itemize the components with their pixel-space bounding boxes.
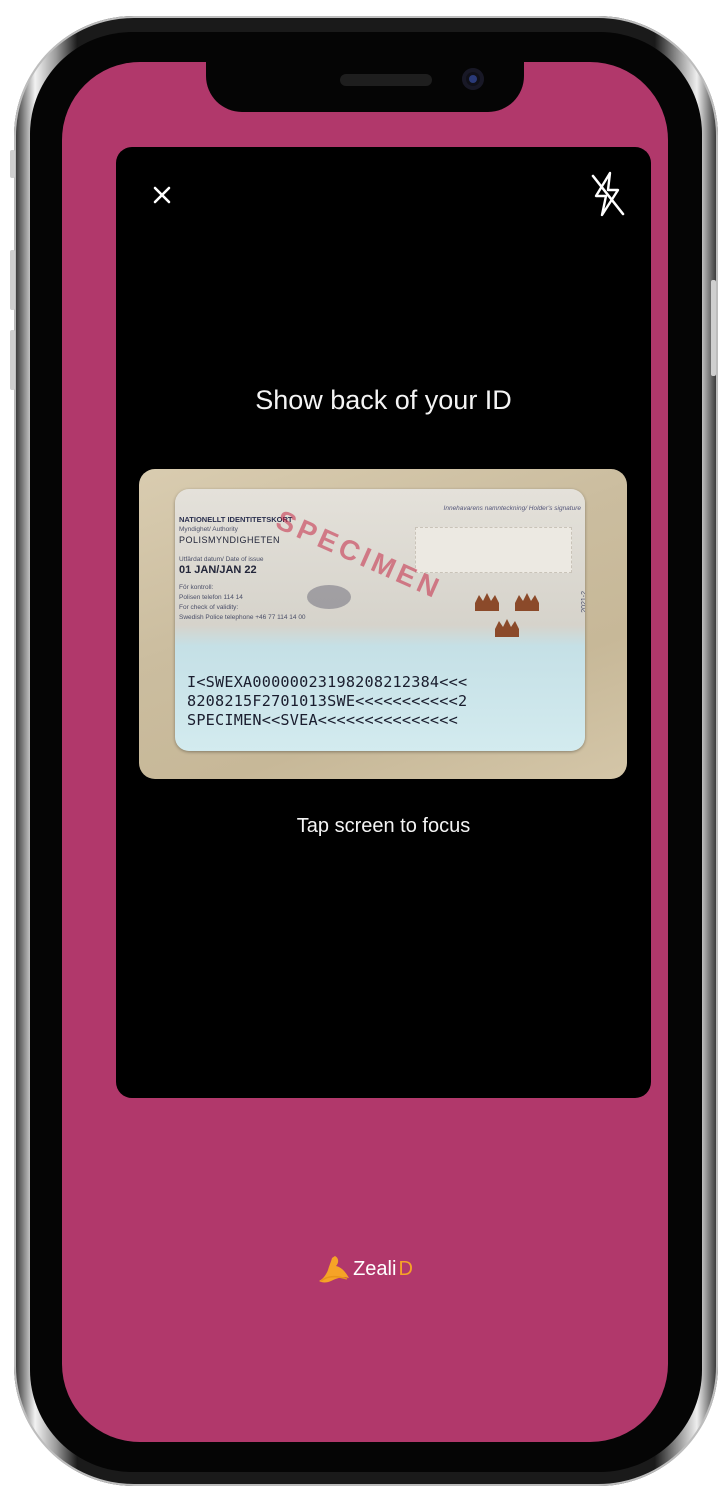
mrz-zone: I<SWEXA00000023198208212384<<< 8208215F2… (187, 673, 583, 730)
earpiece-speaker (340, 74, 432, 86)
signature-label: Innehavarens namnteckning/ Holder's sign… (443, 505, 581, 512)
brand-name: Zeali (353, 1257, 397, 1280)
document-code: 2021-2 (581, 591, 585, 613)
three-crowns-emblem (475, 593, 539, 637)
focus-hint: Tap screen to focus (296, 815, 471, 837)
hologram-mark (307, 585, 351, 609)
notch (206, 62, 524, 112)
flash-off-icon (591, 171, 625, 217)
close-button[interactable] (142, 175, 182, 215)
signature-field (415, 527, 572, 573)
brand-logo: Zeali D (62, 1254, 668, 1290)
camera-preview: Innehavarens namnteckning/ Holder's sign… (139, 469, 627, 779)
validity-phone: Swedish Police telephone +46 77 114 14 0… (179, 614, 306, 621)
volume-down-button (10, 330, 15, 390)
app-screen: Show back of your ID Innehavarens namnte… (62, 62, 668, 1442)
mrz-line: I<SWEXA00000023198208212384<<< (187, 673, 468, 691)
front-camera (462, 68, 484, 90)
ring-switch (10, 150, 15, 178)
mrz-line: 8208215F2701013SWE<<<<<<<<<<<2 (187, 692, 468, 710)
flash-toggle-button[interactable] (585, 169, 629, 219)
brand-name-accent: D (398, 1257, 413, 1280)
id-card-back: Innehavarens namnteckning/ Holder's sign… (175, 489, 585, 751)
power-button (711, 280, 716, 376)
zealid-logo-icon (319, 1256, 350, 1283)
scan-instruction: Show back of your ID (255, 385, 512, 415)
mrz-line: SPECIMEN<<SVEA<<<<<<<<<<<<<<< (187, 711, 458, 729)
camera-viewfinder[interactable]: Show back of your ID Innehavarens namnte… (116, 147, 651, 1098)
close-icon (153, 186, 171, 204)
volume-up-button (10, 250, 15, 310)
